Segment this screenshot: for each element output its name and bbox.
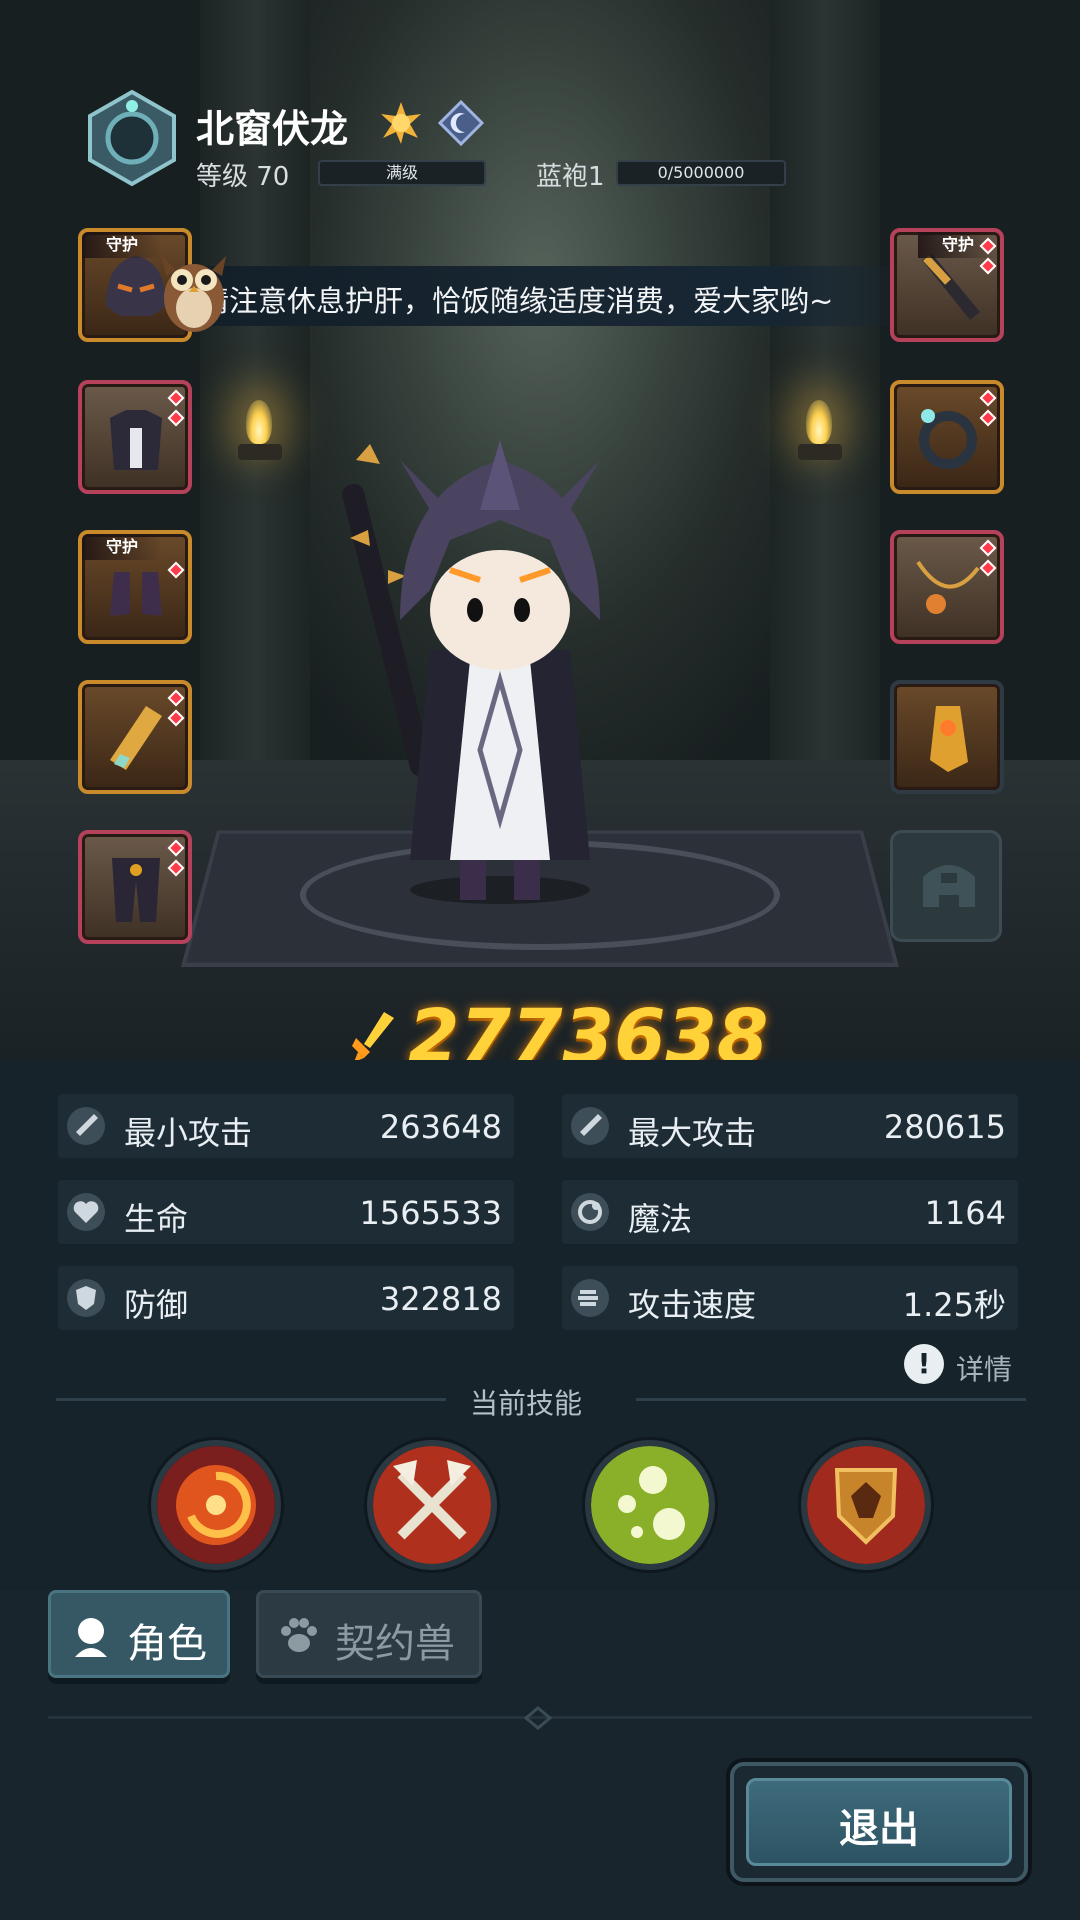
stat-label: 最小攻击 — [124, 1114, 253, 1152]
wall-pillar — [770, 0, 880, 760]
rank-progress-text: 0/5000000 — [657, 163, 745, 182]
heart-icon — [67, 1193, 105, 1231]
equip-slot-locked[interactable] — [890, 830, 1002, 942]
skill-4[interactable] — [801, 1440, 931, 1570]
sword-icon — [67, 1107, 105, 1145]
magic-icon — [571, 1193, 609, 1231]
equip-slot-ring[interactable] — [890, 380, 1004, 494]
skill-1[interactable] — [151, 1440, 281, 1570]
level-status: 满级 — [385, 163, 418, 182]
moon-badge-icon[interactable] — [438, 100, 484, 146]
stat-hp: 生命 1565533 — [58, 1180, 514, 1244]
notice-banner: 请注意休息护肝，恰饭随缘适度消费，爱大家哟~ — [170, 266, 930, 326]
equip-slot-necklace[interactable] — [890, 530, 1004, 644]
shield-icon — [67, 1279, 105, 1317]
stat-label: 防御 — [124, 1286, 189, 1324]
equip-slot-weapon[interactable]: 守护 — [890, 228, 1004, 342]
boots-icon — [110, 572, 162, 616]
skill-2[interactable] — [367, 1440, 497, 1570]
equip-slot-boots[interactable]: 守护 — [78, 530, 192, 644]
divider — [56, 1398, 446, 1401]
tab-pet[interactable]: 契约兽 — [256, 1590, 482, 1678]
torch-base — [798, 444, 842, 460]
fire-vortex-icon — [157, 1446, 275, 1564]
exit-label: 退出 — [839, 1806, 919, 1852]
divider — [636, 1398, 1026, 1401]
stat-value: 280615 — [883, 1108, 1006, 1146]
skill-3[interactable] — [585, 1440, 715, 1570]
exit-button[interactable]: 退出 — [730, 1762, 1028, 1882]
notice-text: 请注意休息护肝，恰饭随缘适度消费，爱大家哟~ — [200, 284, 834, 318]
armor-icon — [110, 410, 162, 470]
torch-right-icon — [806, 400, 832, 444]
stat-label: 攻击速度 — [628, 1286, 757, 1324]
equip-slot-glove[interactable] — [890, 680, 1004, 794]
hero-character[interactable] — [310, 420, 670, 910]
stat-min-attack: 最小攻击 263648 — [58, 1094, 514, 1158]
equip-slot-armor[interactable] — [78, 380, 192, 494]
owl-mascot-icon[interactable] — [146, 236, 242, 336]
stat-max-attack: 最大攻击 280615 — [562, 1094, 1018, 1158]
details-label: 详情 — [956, 1353, 1013, 1386]
stat-value: 1164 — [924, 1194, 1006, 1232]
glove-icon — [930, 706, 968, 772]
stat-value: 322818 — [379, 1280, 502, 1318]
green-orbs-icon — [591, 1446, 709, 1564]
crossed-axes-icon — [373, 1446, 491, 1564]
skills-title: 当前技能 — [470, 1387, 583, 1420]
tab-role[interactable]: 角色 — [48, 1590, 230, 1678]
guild-shield-icon — [807, 1446, 925, 1564]
guard-tag: 守护 — [82, 534, 162, 560]
speed-icon — [571, 1279, 609, 1317]
stat-value: 1565533 — [359, 1194, 502, 1232]
stat-label: 魔法 — [628, 1200, 693, 1238]
stat-mp: 魔法 1164 — [562, 1180, 1018, 1244]
tab-pet-label: 契约兽 — [335, 1621, 455, 1667]
ring-icon — [919, 409, 977, 469]
pants-icon — [112, 858, 160, 922]
stat-value: 1.25秒 — [902, 1286, 1006, 1324]
stat-attack-speed: 攻击速度 1.25秒 — [562, 1266, 1018, 1330]
mace-icon — [922, 254, 980, 320]
stat-label: 生命 — [124, 1200, 189, 1238]
stat-label: 最大攻击 — [628, 1114, 757, 1152]
equip-slot-pants[interactable] — [78, 830, 192, 944]
power-sword-icon — [352, 1012, 394, 1062]
torch-left-icon — [246, 400, 272, 444]
player-name: 北窗伏龙 — [196, 107, 349, 151]
paw-icon — [281, 1618, 317, 1652]
character-head-icon — [75, 1618, 107, 1657]
sword-icon — [571, 1107, 609, 1145]
level-progress-bar: 满级 — [318, 160, 486, 186]
info-icon: ! — [904, 1344, 944, 1384]
necklace-icon — [916, 560, 980, 614]
class-emblem-icon[interactable] — [82, 88, 182, 188]
rank-progress-bar: 0/5000000 — [616, 160, 786, 186]
tab-role-label: 角色 — [127, 1621, 207, 1667]
equip-slot-bracer[interactable] — [78, 680, 192, 794]
rank-label: 蓝袍1 — [536, 162, 605, 192]
locked-slot-icon — [923, 865, 975, 907]
stat-value: 263648 — [379, 1108, 502, 1146]
torch-base — [238, 444, 282, 460]
sun-badge-icon[interactable] — [378, 100, 424, 146]
diamond-ornament-icon — [524, 1706, 552, 1730]
stat-defense: 防御 322818 — [58, 1266, 514, 1330]
level-label: 等级 70 — [196, 162, 290, 192]
bracer-icon — [110, 706, 162, 770]
